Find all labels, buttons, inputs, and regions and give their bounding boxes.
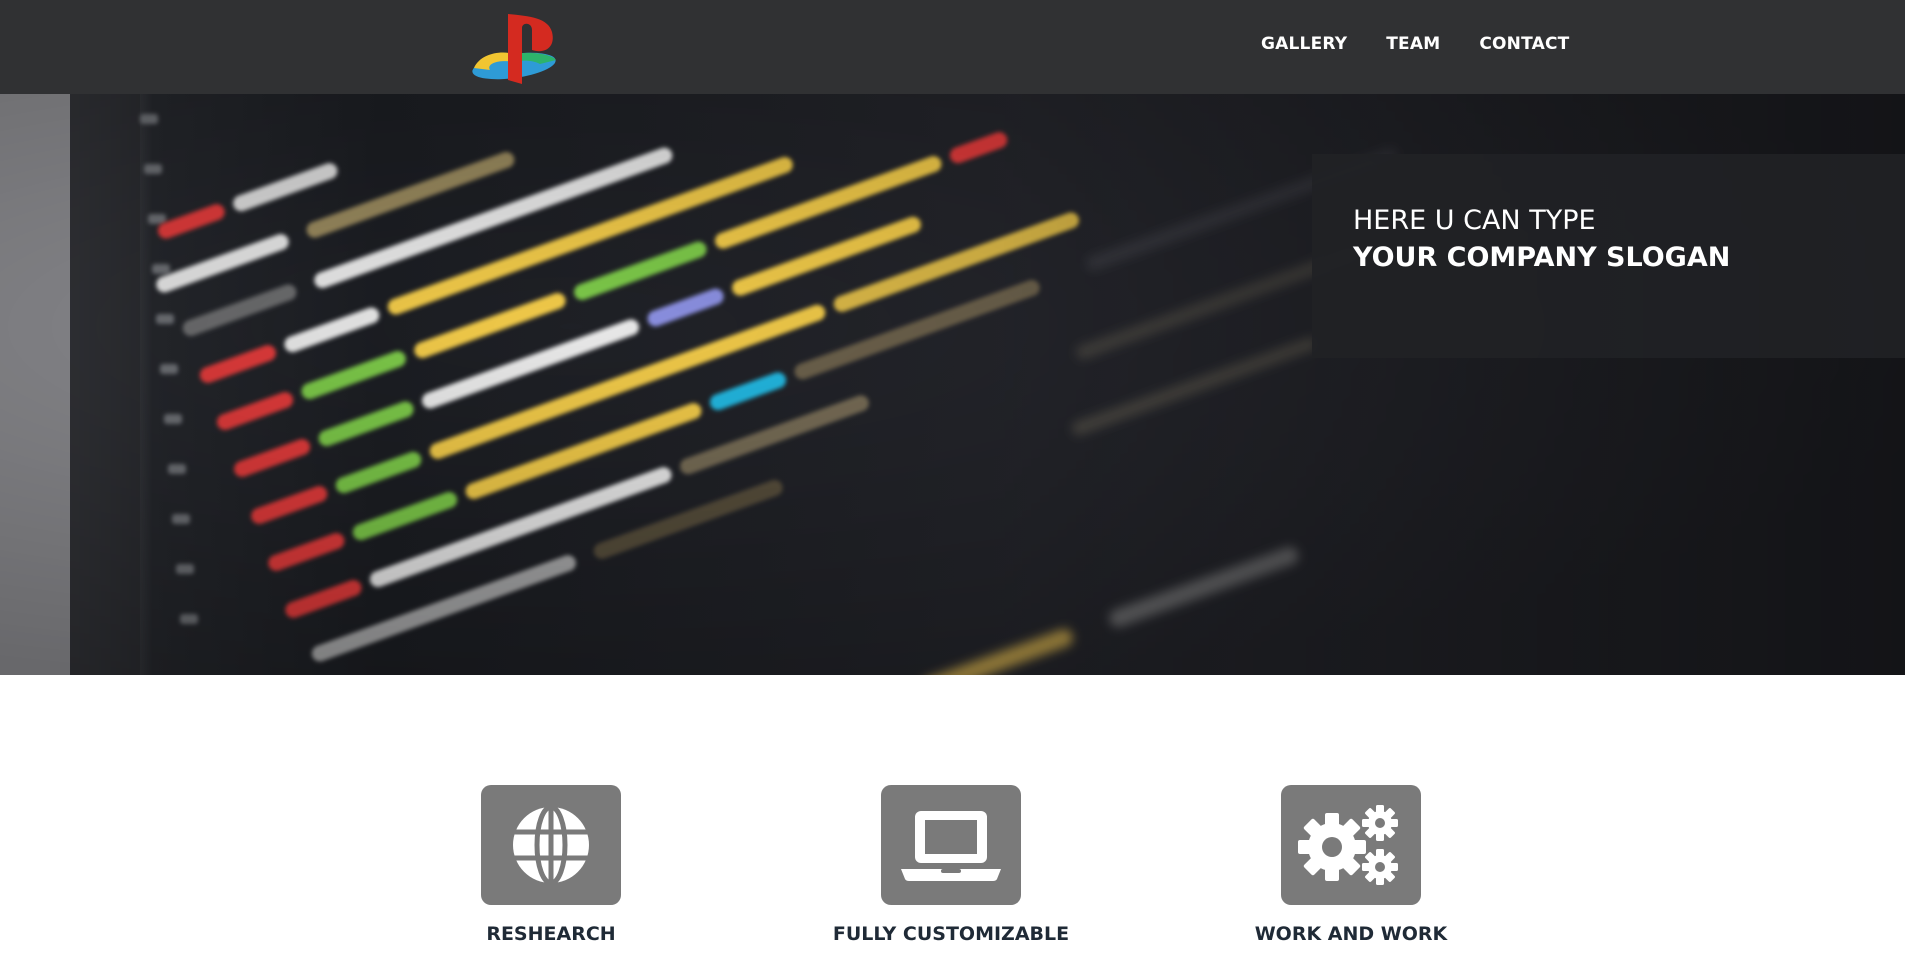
feature-tile-work xyxy=(1281,785,1421,905)
feature-title-customizable: FULLY CUSTOMIZABLE xyxy=(832,923,1070,945)
hero-banner: HERE U CAN TYPE YOUR COMPANY SLOGAN xyxy=(0,94,1905,675)
nav-gallery[interactable]: GALLERY xyxy=(1261,34,1347,54)
slogan-line-1: HERE U CAN TYPE xyxy=(1353,205,1596,236)
feature-tile-customizable xyxy=(881,785,1021,905)
laptop-icon xyxy=(901,811,1001,881)
feature-desc-customizable xyxy=(801,959,1101,966)
globe-icon xyxy=(513,804,589,886)
feature-tile-research xyxy=(481,785,621,905)
nav-contact[interactable]: CONTACT xyxy=(1479,34,1569,54)
feature-work: WORK AND WORK xyxy=(1201,785,1501,966)
feature-desc-research xyxy=(401,959,701,966)
feature-research: RESHEARCH xyxy=(401,785,701,966)
slogan-line-2: YOUR COMPANY SLOGAN xyxy=(1353,242,1731,273)
feature-title-work: WORK AND WORK xyxy=(1254,923,1448,945)
slogan-box: HERE U CAN TYPE YOUR COMPANY SLOGAN xyxy=(1312,154,1905,358)
top-navbar: GALLERY TEAM CONTACT xyxy=(0,0,1905,94)
gears-icon xyxy=(1298,805,1398,885)
feature-customizable: FULLY CUSTOMIZABLE xyxy=(801,785,1101,966)
main-nav: GALLERY TEAM CONTACT xyxy=(1261,34,1569,54)
playstation-logo[interactable] xyxy=(470,10,566,86)
nav-team[interactable]: TEAM xyxy=(1386,34,1440,54)
feature-desc-work xyxy=(1201,959,1501,966)
feature-title-research: RESHEARCH xyxy=(486,923,616,945)
